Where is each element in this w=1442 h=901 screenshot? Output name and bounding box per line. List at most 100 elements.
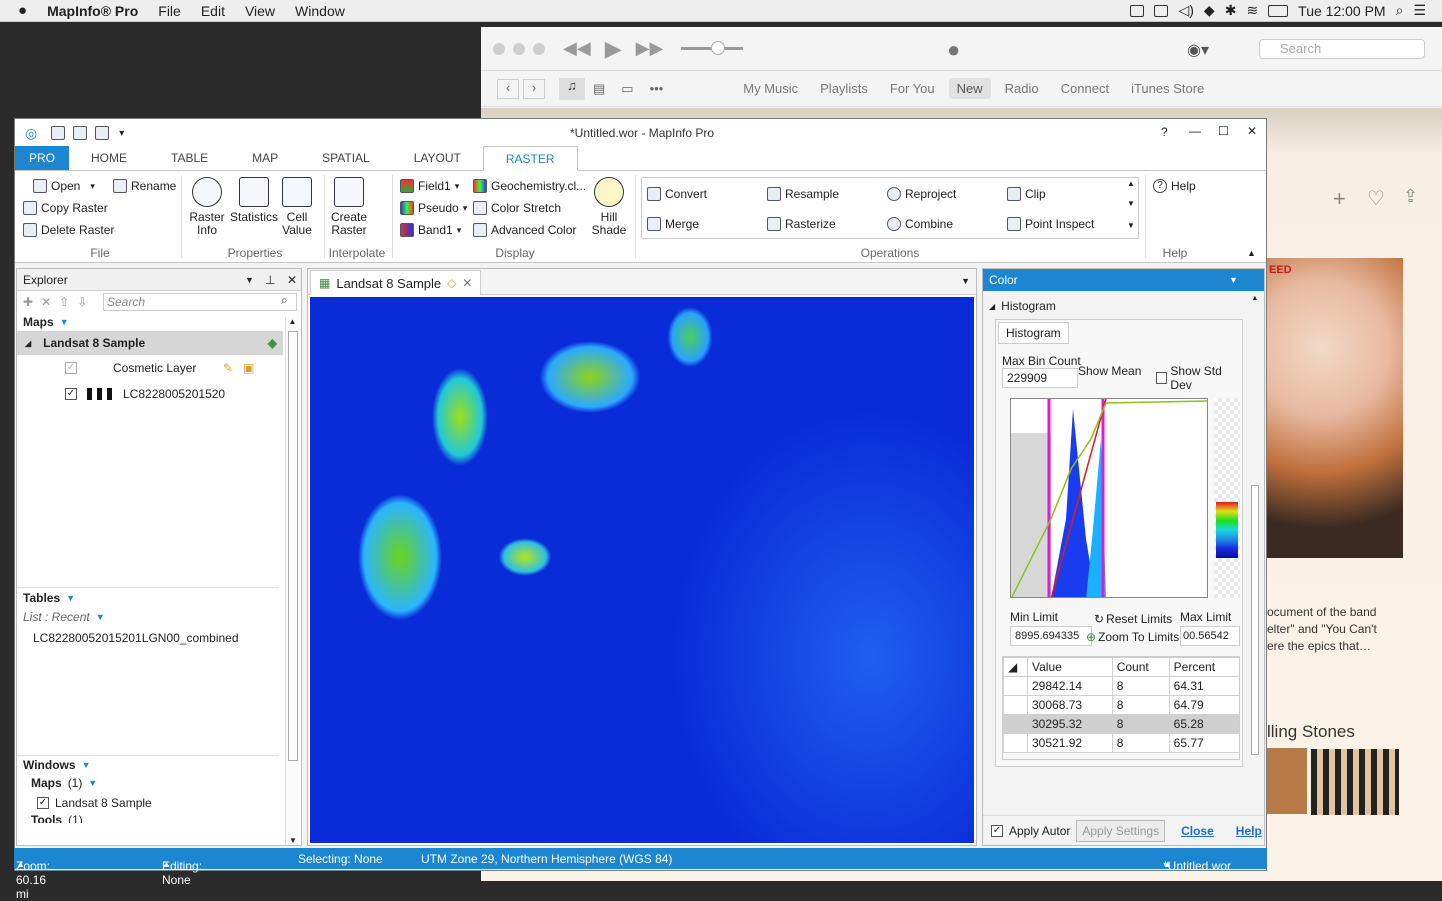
color-stretch-button[interactable]: Color Stretch <box>473 201 561 215</box>
album-art[interactable]: EED <box>1267 258 1403 558</box>
move-down-icon[interactable]: ⇩ <box>77 295 87 309</box>
play-icon[interactable]: ▶ <box>605 36 622 62</box>
show-mean-option[interactable]: Show Mean <box>1078 364 1141 378</box>
tab-connect[interactable]: Connect <box>1053 78 1117 99</box>
tab-pro[interactable]: PRO <box>15 146 70 170</box>
windows-section-header[interactable]: Windows ▼ <box>17 755 279 773</box>
layer-style-icon[interactable]: ▣ <box>243 361 254 375</box>
collapse-ribbon-icon[interactable]: ▲ <box>1247 248 1256 258</box>
account-icon[interactable]: ◉▾ <box>1187 40 1209 60</box>
close-light[interactable] <box>493 42 505 55</box>
album-thumb[interactable] <box>1311 749 1399 815</box>
edit-pencil-icon[interactable]: ✎ <box>223 361 233 375</box>
gallery-expand-icon[interactable]: ▼ <box>1125 221 1137 230</box>
table-item[interactable]: LC82280052015201LGN00_combined <box>17 627 301 649</box>
help-button[interactable]: ? <box>1161 125 1168 139</box>
cell-value-button[interactable]: Cell Value <box>279 177 315 237</box>
forward-icon[interactable]: ▶▶ <box>636 38 664 59</box>
music-icon[interactable]: ♫ <box>559 77 585 100</box>
point-inspect-button[interactable]: Point Inspect <box>1007 217 1094 231</box>
help-ribbon-button[interactable]: ? Help <box>1153 179 1196 193</box>
close-icon[interactable]: ✕ <box>287 273 297 287</box>
tab-spatial[interactable]: SPATIAL <box>300 146 392 170</box>
selecting-status[interactable]: Selecting: None <box>298 852 383 866</box>
show-std-checkbox[interactable] <box>1156 372 1168 384</box>
raster-image[interactable] <box>310 297 974 843</box>
wifi-icon[interactable]: ≋ <box>1246 2 1258 19</box>
move-up-icon[interactable]: ⇧ <box>59 295 69 309</box>
tray-icon[interactable] <box>1154 4 1169 17</box>
collapse-icon[interactable]: ◢ <box>25 339 31 348</box>
min-limit-input[interactable]: 8995.694335 <box>1010 626 1092 646</box>
menu-view[interactable]: View <box>245 3 275 19</box>
map-tab[interactable]: ▦ Landsat 8 Sample ◇ ✕ <box>310 270 482 295</box>
app-logo-icon[interactable]: ◎ <box>25 125 37 142</box>
layer-visible-checkbox[interactable]: ✓ <box>65 388 77 400</box>
rewind-icon[interactable]: ◀◀ <box>563 38 591 59</box>
dropbox-icon[interactable]: ◆ <box>1204 2 1215 19</box>
apply-settings-button[interactable]: Apply Settings <box>1076 819 1166 842</box>
statistics-button[interactable]: Statistics <box>229 177 279 224</box>
more-icon[interactable]: ••• <box>650 81 664 96</box>
album-thumb[interactable] <box>1267 748 1307 814</box>
tab-table[interactable]: TABLE <box>149 146 230 170</box>
notification-center-icon[interactable]: ☰ <box>1413 2 1426 19</box>
column-header-percent[interactable]: Percent <box>1168 657 1239 677</box>
window-item[interactable]: ✓ Landsat 8 Sample <box>17 793 301 813</box>
table-row[interactable]: 30295.32 8 65.28 <box>1003 714 1239 734</box>
convert-button[interactable]: Convert <box>647 187 707 201</box>
minimize-button[interactable]: — <box>1189 124 1201 138</box>
rename-button[interactable]: Rename <box>113 179 176 193</box>
tables-section-header[interactable]: Tables ▼ <box>17 587 279 607</box>
volume-icon[interactable]: ◁) <box>1178 2 1193 19</box>
show-std-option[interactable]: Show Std Dev <box>1156 364 1242 392</box>
collapse-icon[interactable]: ◢ <box>989 302 995 311</box>
clock[interactable]: Tue 12:00 PM <box>1298 3 1385 19</box>
maximize-button[interactable]: ☐ <box>1218 124 1229 138</box>
tab-list-dropdown-icon[interactable]: ▼ <box>961 276 970 286</box>
scroll-up-icon[interactable]: ▲ <box>286 317 299 326</box>
color-panel-scrollbar[interactable]: ▲ <box>1249 295 1261 765</box>
quick-access-dropdown-icon[interactable]: ▾ <box>119 128 124 139</box>
layer-visible-checkbox[interactable]: ✓ <box>65 362 77 374</box>
close-link[interactable]: Close <box>1181 824 1214 838</box>
movies-icon[interactable]: ▤ <box>593 81 605 97</box>
remove-icon[interactable]: ✕ <box>41 295 51 309</box>
pseudo-dropdown[interactable]: Pseudo ▾ <box>400 201 467 215</box>
windows-maps-group[interactable]: Maps (1) ▼ <box>17 773 301 793</box>
scroll-down-icon[interactable]: ▼ <box>286 836 300 845</box>
panel-menu-icon[interactable]: ▼ <box>1229 275 1238 285</box>
reproject-button[interactable]: Reproject <box>887 187 956 201</box>
volume-slider[interactable] <box>681 41 744 55</box>
color-ramp[interactable] <box>1214 398 1240 598</box>
add-icon[interactable]: ✚ <box>23 295 33 309</box>
zoom-light[interactable] <box>533 42 545 55</box>
window-visible-checkbox[interactable]: ✓ <box>37 797 49 809</box>
tab-radio[interactable]: Radio <box>997 78 1047 99</box>
explorer-scrollbar[interactable]: ▲ ▼ <box>285 317 299 845</box>
max-bin-input[interactable]: 229909 <box>1002 368 1078 388</box>
pin-icon[interactable]: ⊥ <box>265 273 275 287</box>
band1-dropdown[interactable]: Band1 ▾ <box>400 223 461 237</box>
combine-button[interactable]: Combine <box>887 217 953 231</box>
tab-playlists[interactable]: Playlists <box>812 78 876 99</box>
layer-item-cosmetic[interactable]: ✓ Cosmetic Layer ✎ ▣ <box>17 355 301 381</box>
reset-limits-button[interactable]: ↻ Reset Limits <box>1094 612 1172 626</box>
scroll-up-icon[interactable]: ▲ <box>1249 295 1261 302</box>
tools-section-header[interactable]: Tools (1) <box>17 813 301 823</box>
apply-auto-checkbox[interactable]: ✓ <box>991 824 1003 837</box>
hill-shade-button[interactable]: Hill Shade <box>589 177 629 237</box>
tab-raster[interactable]: RASTER <box>482 146 578 171</box>
copy-raster-button[interactable]: Copy Raster <box>23 201 108 215</box>
projection-status[interactable]: UTM Zone 29, Northern Hemisphere (WGS 84… <box>421 852 672 866</box>
open-button[interactable]: Open ▾ <box>33 179 95 193</box>
tab-layout[interactable]: LAYOUT <box>392 146 483 170</box>
tv-icon[interactable]: ▭ <box>621 81 633 97</box>
merge-button[interactable]: Merge <box>647 217 699 231</box>
add-icon[interactable]: + <box>1333 186 1346 212</box>
battery-icon[interactable] <box>1268 4 1289 17</box>
heart-icon[interactable]: ♡ <box>1367 186 1385 211</box>
column-header-value[interactable]: Value <box>1027 657 1113 677</box>
spotlight-icon[interactable]: ⌕ <box>1396 2 1404 19</box>
create-raster-button[interactable]: Create Raster <box>327 177 371 237</box>
